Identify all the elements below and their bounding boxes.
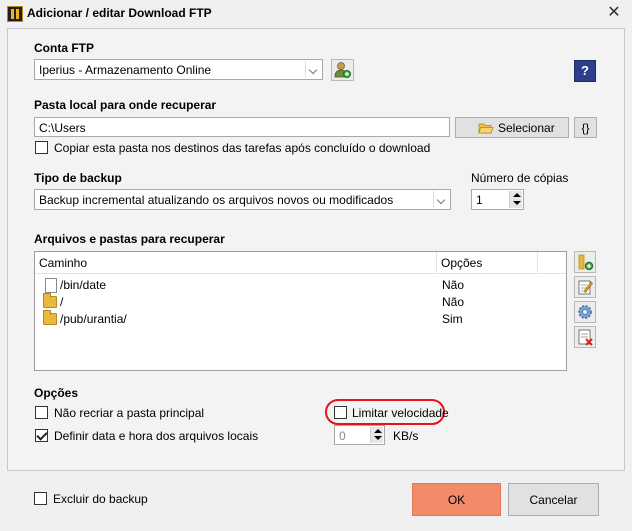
title-bar: Adicionar / editar Download FTP ✕ [0, 0, 632, 28]
copy-folder-checkbox[interactable] [35, 141, 48, 154]
table-header: Caminho Opções [35, 252, 566, 274]
ok-button[interactable]: OK [412, 483, 501, 516]
window-title: Adicionar / editar Download FTP [27, 6, 212, 20]
select-folder-button[interactable]: Selecionar [455, 117, 569, 138]
main-panel [7, 28, 625, 471]
folder-icon [43, 310, 57, 325]
arrow-up-icon [374, 429, 382, 433]
speed-stepper[interactable]: 0 [334, 425, 385, 445]
nao-recriar-label: Não recriar a pasta principal [54, 406, 205, 420]
row-path: /pub/urantia/ [60, 312, 127, 326]
user-add-icon [334, 62, 351, 78]
row-option: Não [442, 278, 465, 292]
conta-ftp-label: Conta FTP [34, 41, 94, 55]
add-folder-icon [578, 254, 594, 271]
limitar-velocidade-checkbox[interactable] [334, 406, 347, 419]
excluir-backup-checkbox[interactable] [34, 492, 47, 505]
open-folder-icon [478, 123, 494, 134]
conta-ftp-select[interactable]: Iperius - Armazenamento Online [34, 59, 323, 80]
excluir-backup-label: Excluir do backup [53, 492, 148, 506]
speed-unit: KB/s [393, 429, 419, 443]
braces-icon: {} [581, 120, 590, 135]
tipo-backup-label: Tipo de backup [34, 171, 122, 185]
chevron-down-icon [305, 61, 321, 78]
table-row[interactable]: /bin/date Não [35, 277, 566, 294]
stepper-arrows[interactable] [509, 191, 522, 208]
pasta-local-value: C:\Users [39, 121, 86, 135]
copias-stepper[interactable]: 1 [471, 189, 524, 210]
definir-data-checkbox[interactable] [35, 429, 48, 442]
add-folder-button[interactable] [574, 251, 596, 273]
column-header-opcoes[interactable]: Opções [437, 252, 538, 274]
ok-button-label: OK [447, 492, 466, 507]
row-option: Sim [442, 312, 463, 326]
settings-button[interactable] [574, 301, 596, 323]
arquivos-label: Arquivos e pastas para recuperar [34, 232, 225, 246]
table-row[interactable]: /pub/urantia/ Sim [35, 310, 566, 328]
column-header-caminho[interactable]: Caminho [35, 252, 437, 274]
delete-icon [578, 329, 593, 346]
table-row[interactable]: / Não [35, 293, 566, 311]
pasta-local-input[interactable]: C:\Users [34, 117, 450, 137]
copias-label: Número de cópias [471, 171, 569, 185]
stepper-arrows[interactable] [370, 427, 383, 443]
close-icon[interactable]: ✕ [604, 3, 624, 23]
speed-value: 0 [339, 429, 346, 443]
add-account-button[interactable] [331, 59, 354, 81]
variables-button[interactable]: {} [574, 117, 597, 138]
nao-recriar-checkbox[interactable] [35, 406, 48, 419]
remove-item-button[interactable] [574, 326, 596, 348]
gear-icon [578, 305, 592, 319]
cancel-button[interactable]: Cancelar [508, 483, 599, 516]
app-logo-icon [7, 6, 23, 22]
tipo-backup-select[interactable]: Backup incremental atualizando os arquiv… [34, 189, 451, 210]
help-button[interactable]: ? [574, 60, 596, 82]
arrow-up-icon [513, 193, 521, 197]
conta-ftp-value: Iperius - Armazenamento Online [39, 63, 212, 77]
folder-icon [43, 293, 57, 308]
file-icon [45, 278, 57, 293]
arrow-down-icon [513, 201, 521, 205]
edit-item-button[interactable] [574, 276, 596, 298]
copias-value: 1 [476, 193, 483, 207]
select-folder-label: Selecionar [498, 121, 555, 135]
edit-icon [578, 280, 593, 295]
tipo-backup-value: Backup incremental atualizando os arquiv… [39, 193, 394, 207]
arrow-down-icon [374, 436, 382, 440]
files-table[interactable]: Caminho Opções /bin/date Não / Não /pub/… [34, 251, 567, 371]
row-path: / [60, 295, 64, 309]
cancel-button-label: Cancelar [529, 492, 578, 507]
copy-folder-label: Copiar esta pasta nos destinos das taref… [54, 141, 431, 155]
definir-data-label: Definir data e hora dos arquivos locais [54, 429, 259, 443]
opcoes-label: Opções [34, 386, 79, 400]
pasta-local-label: Pasta local para onde recuperar [34, 98, 217, 112]
chevron-down-icon [433, 191, 449, 208]
row-option: Não [442, 295, 465, 309]
limitar-velocidade-label: Limitar velocidade [352, 406, 449, 420]
row-path: /bin/date [60, 278, 107, 292]
